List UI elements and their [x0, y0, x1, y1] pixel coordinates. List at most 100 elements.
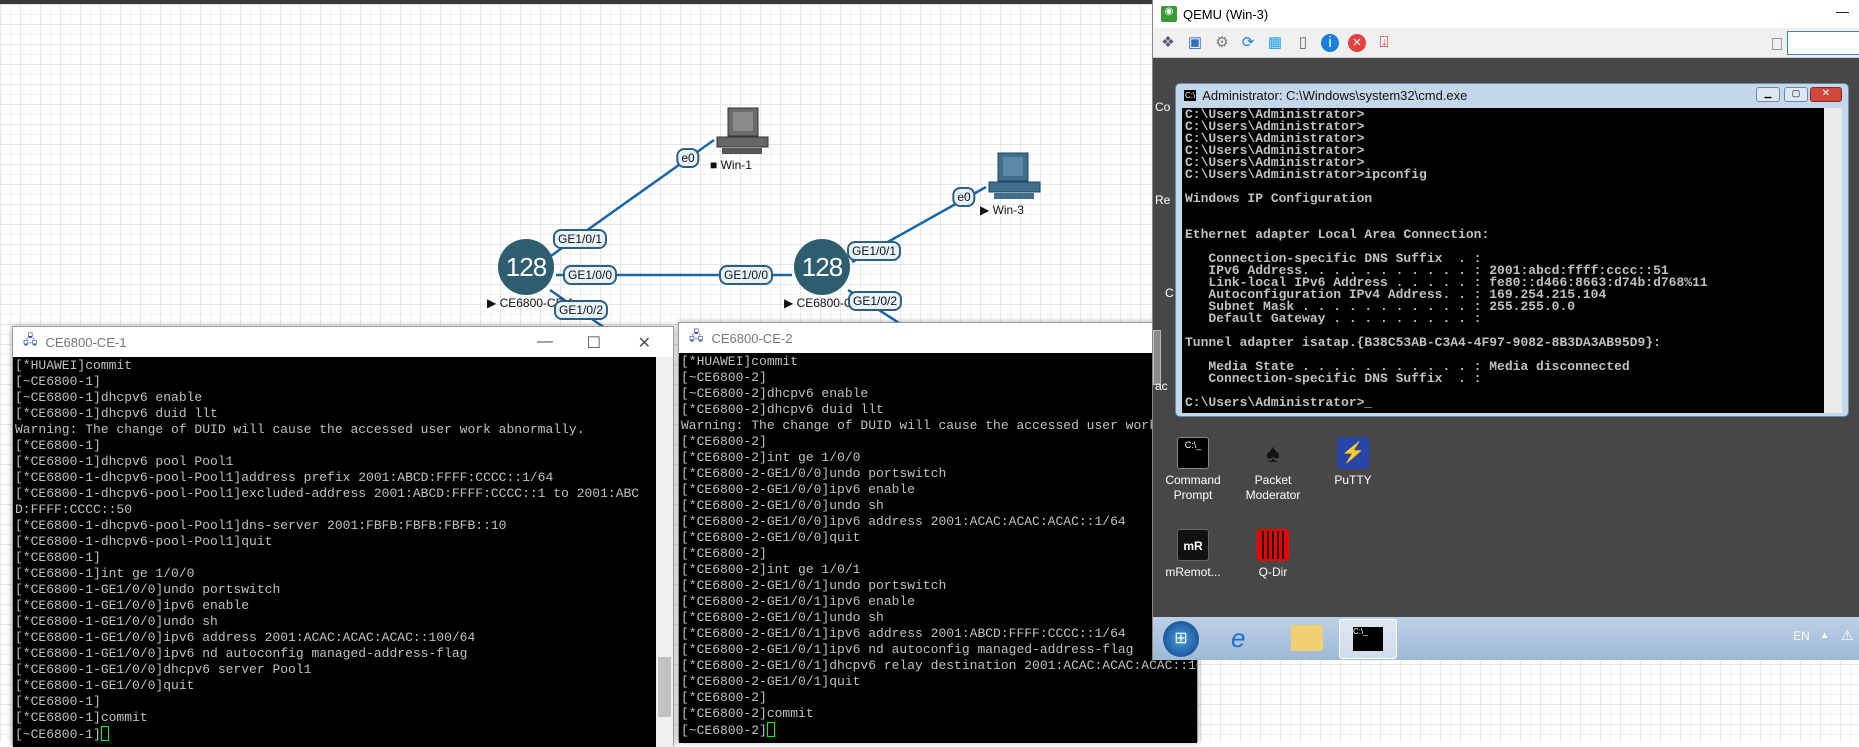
terminal-line: Connection-specific DNS Suffix . :: [1185, 371, 1482, 386]
port-label: e0: [676, 148, 700, 168]
terminal-line: [*HUAWEI]commit: [681, 354, 799, 369]
terminal-output[interactable]: [*HUAWEI]commit [~CE6800-2] [~CE6800-2]dhc…: [679, 353, 1197, 743]
putty-icon: 🖧: [689, 328, 704, 343]
network-status-icon[interactable]: ⚠: [1841, 627, 1854, 644]
toggle-button[interactable]: [1772, 38, 1782, 50]
text-cursor: [100, 726, 109, 741]
cmd-icon: C:\_: [1177, 437, 1209, 469]
fullscreen-icon[interactable]: ▣: [1186, 34, 1204, 52]
terminal-line: [*CE6800-2-GE1/0/1]quit: [681, 674, 861, 689]
port-label: GE1/0/2: [847, 291, 903, 311]
icon-label: Q-Dir: [1258, 565, 1288, 579]
port-label: GE1/0/2: [553, 300, 609, 320]
terminal-line: [*CE6800-1-GE1/0/0]undo portswitch: [15, 582, 281, 597]
desktop-icon-putty[interactable]: ⚡ PuTTY: [1313, 437, 1393, 488]
text-input[interactable]: [1787, 31, 1859, 55]
terminal-line: [*CE6800-1-dhcpv6-pool-Pool1]excluded-ad…: [15, 486, 640, 501]
terminal-line: [~CE6800-2]: [681, 370, 767, 385]
maximize-button[interactable]: ▢: [1784, 87, 1808, 102]
show-hidden-icons-button[interactable]: ▲: [1820, 630, 1829, 640]
terminal-line: [*CE6800-1-GE1/0/0]ipv6 address 2001:ACA…: [15, 630, 476, 645]
minimize-button[interactable]: ▁: [1756, 87, 1780, 102]
terminal-line: [*CE6800-1]dhcpv6 pool Pool1: [15, 454, 234, 469]
maximize-button[interactable]: ☐: [587, 333, 601, 353]
port-label: GE1/0/1: [552, 229, 608, 249]
internet-explorer-icon[interactable]: e: [1231, 623, 1245, 654]
terminal-window-ce2[interactable]: 🖧 CE6800-CE-2 [*HUAWEI]commit [~CE6800-2][…: [678, 322, 1198, 743]
terminal-line: [*CE6800-1]int ge 1/0/0: [15, 566, 195, 581]
title-bar[interactable]: ◉ QEMU (Win-3) —: [1153, 0, 1859, 28]
desktop-icon-partial[interactable]: [1153, 330, 1161, 385]
usb-icon[interactable]: ▯: [1294, 34, 1312, 52]
router-ce2-icon[interactable]: 128: [794, 239, 850, 295]
port-label: GE1/0/0: [718, 265, 774, 285]
prompt-line[interactable]: [~CE6800-1]: [15, 726, 657, 743]
window-title: QEMU (Win-3): [1183, 6, 1269, 22]
desktop-label-partial: Co: [1155, 100, 1171, 114]
pc-win3-icon[interactable]: [988, 152, 1041, 199]
terminal-line: [*CE6800-2-GE1/0/1]ipv6 nd autoconfig ma…: [681, 642, 1134, 657]
prompt-line[interactable]: [~CE6800-2]: [681, 722, 1197, 739]
title-bar[interactable]: C:\ Administrator: C:\Windows\system32\cm…: [1176, 84, 1848, 106]
language-indicator[interactable]: EN: [1793, 629, 1810, 643]
terminal-line: [*CE6800-1-GE1/0/0]undo sh: [15, 614, 218, 629]
text-cursor: [766, 722, 775, 737]
desktop-icon-packet-moderator[interactable]: ♠ Packet Moderator: [1233, 437, 1313, 503]
icon-label: Command Prompt: [1165, 473, 1221, 502]
mremote-icon: mR: [1177, 529, 1209, 561]
cmd-window[interactable]: C:\ Administrator: C:\Windows\system32\cm…: [1175, 83, 1849, 417]
scrollbar[interactable]: [656, 357, 673, 747]
title-bar[interactable]: 🖧 CE6800-CE-1: [13, 327, 673, 357]
router-ce1-icon[interactable]: 128: [498, 239, 554, 295]
terminal-line: [*CE6800-2-GE1/0/1]ipv6 enable: [681, 594, 916, 609]
prompt: [~CE6800-2]: [681, 723, 767, 738]
scrollbar-thumb[interactable]: [658, 657, 671, 717]
minimize-button[interactable]: —: [1836, 4, 1849, 19]
windows-icon[interactable]: ▦: [1266, 34, 1284, 52]
explorer-icon[interactable]: [1291, 625, 1323, 651]
window-title: CE6800-CE-1: [45, 334, 127, 350]
pc-win1-icon[interactable]: [716, 107, 769, 154]
minimize-button[interactable]: —: [537, 333, 553, 351]
desktop-label-partial: Re: [1155, 193, 1171, 207]
terminal-line: Default Gateway . . . . . . . . . :: [1185, 311, 1482, 326]
terminal-line: [*CE6800-1-dhcpv6-pool-Pool1]address pre…: [15, 470, 554, 485]
desktop-icon-qdir[interactable]: Q-Dir: [1233, 529, 1313, 580]
close-icon[interactable]: ×: [1348, 34, 1366, 52]
close-button[interactable]: ✕: [638, 333, 651, 353]
scrollbar[interactable]: [1824, 108, 1842, 413]
terminal-line: [*CE6800-2-GE1/0/0]quit: [681, 530, 861, 545]
settings-icon[interactable]: ⚙: [1213, 34, 1231, 52]
close-button[interactable]: ✕: [1810, 87, 1842, 102]
terminal-line: [*CE6800-1]commit: [15, 710, 148, 725]
cmd-output[interactable]: C:\Users\Administrator> C:\Users\Administ…: [1182, 108, 1842, 413]
terminal-line: Windows IP Configuration: [1185, 191, 1373, 206]
node-label-win3[interactable]: ▶ Win-3: [980, 203, 1024, 217]
desktop-icon-command-prompt[interactable]: C:\_ Command Prompt: [1153, 437, 1233, 503]
terminal-line: [*CE6800-1]: [15, 550, 101, 565]
start-button[interactable]: ⊞: [1163, 621, 1199, 657]
node-name: Win-1: [720, 158, 752, 172]
title-bar[interactable]: 🖧 CE6800-CE-2: [679, 323, 1197, 353]
terminal-window-ce1[interactable]: 🖧 CE6800-CE-1 — ☐ ✕ [*HUAWEI]commit [~CE68…: [12, 326, 674, 747]
qemu-window[interactable]: ◉ QEMU (Win-3) — ❖ ▣ ⚙ ⟳ ▦ ▯ i × ⍗ Co Re C…: [1152, 0, 1859, 660]
running-icon: ▶: [784, 296, 797, 310]
taskbar-cmd-button[interactable]: C:\_: [1339, 619, 1397, 659]
putty-icon: 🖧: [23, 332, 38, 347]
terminal-line: [*CE6800-2]: [681, 546, 767, 561]
node-label-win1[interactable]: ■ Win-1: [710, 158, 752, 172]
terminal-line: [*CE6800-2]: [681, 690, 767, 705]
terminal-line: Tunnel adapter isatap.{B38C53AB-C3A4-4F9…: [1185, 335, 1661, 350]
terminal-line: [*CE6800-1]dhcpv6 duid llt: [15, 406, 218, 421]
info-icon[interactable]: i: [1321, 34, 1339, 52]
eject-icon[interactable]: ⍗: [1375, 34, 1393, 52]
prompt: [~CE6800-1]: [15, 727, 101, 742]
network-icon[interactable]: ❖: [1159, 34, 1177, 52]
terminal-line: [~CE6800-2]dhcpv6 enable: [681, 386, 869, 401]
refresh-icon[interactable]: ⟳: [1239, 34, 1257, 52]
desktop-icon-mremote[interactable]: mR mRemot...: [1153, 529, 1233, 580]
terminal-output[interactable]: [*HUAWEI]commit [~CE6800-1] [~CE6800-1]dhc…: [13, 357, 657, 747]
running-icon: ▶: [487, 296, 500, 310]
terminal-line: [*CE6800-1-GE1/0/0]quit: [15, 678, 195, 693]
terminal-line: Warning: The change of DUID will cause t…: [15, 422, 585, 437]
